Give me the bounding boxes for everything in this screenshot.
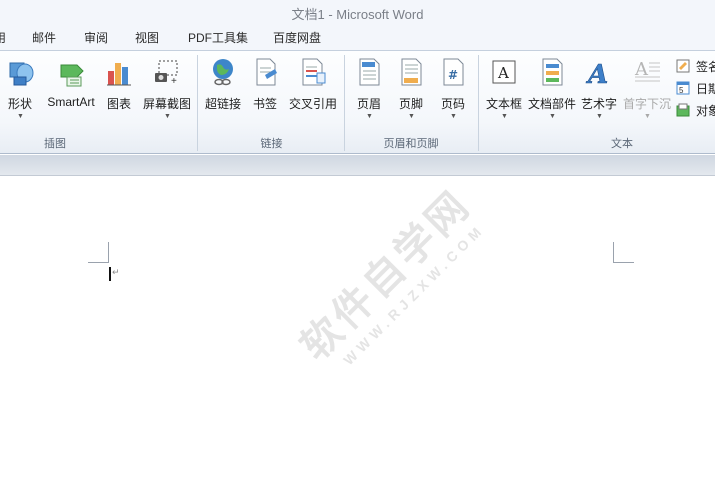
date-time-label: 日期 bbox=[696, 82, 715, 96]
page-number-label: 页码 bbox=[440, 97, 465, 111]
wordart-button[interactable]: A 艺术字 ▼ bbox=[579, 55, 619, 129]
chevron-down-icon: ▼ bbox=[644, 113, 651, 120]
group-label-header-footer: 页眉和页脚 bbox=[383, 138, 439, 150]
drop-cap-icon: A bbox=[634, 59, 660, 82]
group-divider bbox=[344, 55, 345, 151]
footer-button[interactable]: 页脚 ▼ bbox=[392, 55, 430, 129]
signature-line-label: 签名 bbox=[696, 60, 715, 74]
smartart-button[interactable]: SmartArt bbox=[42, 55, 100, 129]
paragraph-mark: ↵ bbox=[112, 267, 120, 277]
svg-text:A: A bbox=[585, 60, 608, 87]
wordart-label: 艺术字 bbox=[580, 97, 617, 111]
svg-text:+: + bbox=[171, 76, 177, 87]
chart-label: 图表 bbox=[106, 97, 131, 111]
page-number-icon: # bbox=[443, 58, 464, 86]
signature-icon bbox=[676, 59, 690, 73]
header-icon bbox=[359, 58, 380, 86]
screenshot-button[interactable]: + 屏幕截图 ▼ bbox=[140, 55, 194, 129]
hyperlink-button[interactable]: 超链接 bbox=[202, 55, 244, 129]
tab-references[interactable]: 用 bbox=[0, 29, 6, 46]
tab-review[interactable]: 审阅 bbox=[84, 29, 108, 46]
tab-baidu-netdisk[interactable]: 百度网盘 bbox=[273, 29, 321, 46]
shapes-label: 形状 bbox=[7, 97, 32, 111]
chevron-down-icon: ▼ bbox=[549, 113, 556, 120]
object-label: 对象 bbox=[696, 104, 715, 118]
cross-reference-icon bbox=[302, 58, 326, 86]
document-shadow bbox=[0, 155, 715, 175]
smartart-icon bbox=[60, 64, 84, 87]
window-title: 文档1 - Microsoft Word bbox=[291, 7, 424, 22]
chevron-down-icon: ▼ bbox=[501, 113, 508, 120]
hyperlink-label: 超链接 bbox=[204, 97, 241, 111]
text-cursor bbox=[109, 267, 111, 281]
svg-text:A: A bbox=[497, 64, 509, 82]
text-box-button[interactable]: A 文本框 ▼ bbox=[482, 55, 526, 129]
smartart-label: SmartArt bbox=[47, 95, 95, 109]
header-button[interactable]: 页眉 ▼ bbox=[350, 55, 388, 129]
footer-label: 页脚 bbox=[398, 97, 423, 111]
bookmark-icon bbox=[256, 58, 277, 86]
quick-parts-label: 文档部件 bbox=[527, 97, 576, 111]
tab-view[interactable]: 视图 bbox=[135, 29, 159, 46]
chevron-down-icon: ▼ bbox=[164, 113, 171, 120]
chevron-down-icon: ▼ bbox=[366, 113, 373, 120]
footer-icon bbox=[401, 58, 422, 86]
chevron-down-icon: ▼ bbox=[596, 113, 603, 120]
group-label-text: 文本 bbox=[611, 138, 633, 150]
globe-link-icon bbox=[213, 59, 233, 86]
chevron-down-icon: ▼ bbox=[17, 113, 24, 120]
svg-text:5: 5 bbox=[679, 86, 684, 95]
ribbon: 形状 ▼ SmartArt 图表 + 屏幕截图 ▼ 插图 超链接 书签 交叉引用… bbox=[0, 50, 715, 154]
screenshot-label: 屏幕截图 bbox=[142, 97, 191, 111]
chevron-down-icon: ▼ bbox=[450, 113, 457, 120]
shapes-icon bbox=[9, 62, 34, 86]
quick-parts-icon bbox=[542, 58, 563, 86]
object-icon bbox=[676, 103, 690, 117]
header-label: 页眉 bbox=[356, 97, 381, 111]
title-bar: 文档1 - Microsoft Word bbox=[0, 0, 715, 25]
drop-cap-label: 首字下沉 bbox=[622, 97, 671, 111]
shapes-button[interactable]: 形状 ▼ bbox=[0, 55, 40, 129]
bar-chart-icon bbox=[107, 63, 131, 86]
tab-mailings[interactable]: 邮件 bbox=[32, 29, 56, 46]
group-divider bbox=[478, 55, 479, 151]
cross-reference-label: 交叉引用 bbox=[288, 97, 337, 111]
chart-button[interactable]: 图表 bbox=[102, 55, 136, 129]
margin-corner-top-left bbox=[88, 242, 109, 263]
cross-reference-button[interactable]: 交叉引用 bbox=[286, 55, 340, 129]
tab-pdf-tools[interactable]: PDF工具集 bbox=[188, 29, 248, 46]
chevron-down-icon: ▼ bbox=[408, 113, 415, 120]
group-label-illustrations: 插图 bbox=[44, 138, 66, 150]
svg-text:#: # bbox=[448, 68, 458, 82]
calendar-icon: 5 bbox=[676, 81, 690, 95]
text-box-label: 文本框 bbox=[485, 97, 522, 111]
ribbon-tab-bar: 用 邮件 审阅 视图 PDF工具集 百度网盘 bbox=[0, 25, 715, 50]
quick-parts-button[interactable]: 文档部件 ▼ bbox=[527, 55, 577, 129]
group-label-links: 链接 bbox=[260, 138, 283, 150]
bookmark-label: 书签 bbox=[252, 97, 277, 111]
screenshot-icon: + bbox=[155, 60, 178, 87]
page-number-button[interactable]: # 页码 ▼ bbox=[434, 55, 472, 129]
bookmark-button[interactable]: 书签 bbox=[248, 55, 282, 129]
group-divider bbox=[197, 55, 198, 151]
margin-corner-top-right bbox=[613, 242, 634, 263]
wordart-icon: A bbox=[585, 60, 608, 87]
text-box-icon: A bbox=[492, 60, 516, 84]
drop-cap-button[interactable]: A 首字下沉 ▼ bbox=[621, 55, 673, 129]
